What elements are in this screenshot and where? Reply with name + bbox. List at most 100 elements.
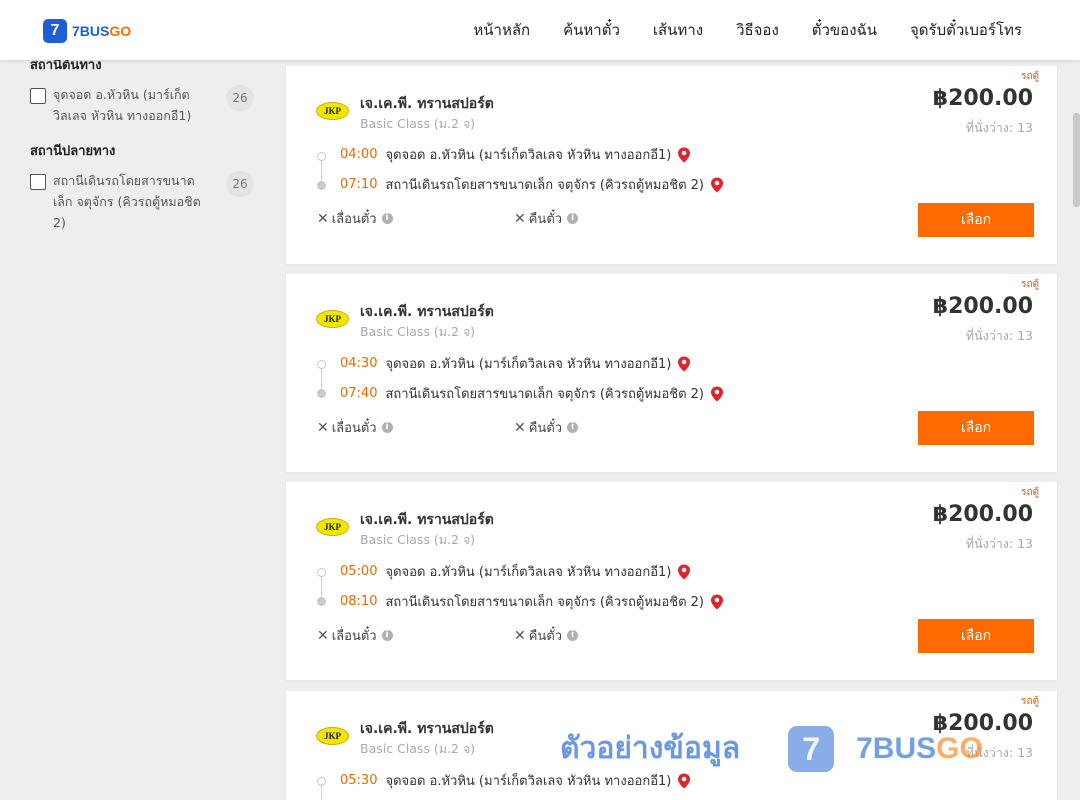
service-class: Basic Class (ม.2 จ)	[360, 532, 476, 547]
map-pin-icon[interactable]	[677, 773, 691, 789]
nav-how-to-book[interactable]: วิธีจอง	[736, 18, 779, 42]
arrival-stop: 08:10 สถานีเดินรถโดยสารขนาดเล็ก จตุจักร …	[340, 591, 724, 612]
destination-filter-option[interactable]: สถานีเดินรถโดยสารขนาดเล็ก จตุจักร (คิวรถ…	[30, 171, 260, 233]
vehicle-type-tag: รถตู้	[1021, 279, 1039, 290]
departure-dot	[317, 568, 326, 577]
logo-text-orange: GO	[109, 23, 132, 39]
info-icon[interactable]: i	[567, 630, 579, 641]
map-pin-icon[interactable]	[710, 594, 724, 610]
operator-logo: JKP	[316, 518, 349, 536]
timeline-line	[321, 784, 322, 800]
map-pin-icon[interactable]	[677, 356, 691, 372]
arrival-stop-name: สถานีเดินรถโดยสารขนาดเล็ก จตุจักร (คิวรถ…	[385, 178, 704, 193]
departure-dot	[317, 152, 326, 161]
arrival-time: 07:40	[340, 386, 378, 401]
operator-logo: JKP	[316, 102, 349, 120]
filter-sidebar: สถานีต้นทาง จุดจอด อ.หัวหิน (มาร์เก็ตวิล…	[30, 54, 260, 233]
top-header: 7 7BUSGO หน้าหลัก ค้นหาตั๋ว เส้นทาง วิธี…	[0, 0, 1080, 60]
departure-stop: 04:30 จุดจอด อ.หัวหิน (มาร์เก็ตวิลเลจ หั…	[340, 353, 691, 374]
nav-my-tickets[interactable]: ตั๋วของฉัน	[812, 18, 877, 42]
info-icon[interactable]: i	[381, 213, 393, 224]
operator-name: เจ.เค.พี. ทรานสปอร์ต	[360, 721, 494, 737]
operator-name: เจ.เค.พี. ทรานสปอร์ต	[360, 96, 494, 112]
nav-home[interactable]: หน้าหลัก	[473, 18, 530, 42]
not-allowed-x-icon: ✕	[317, 210, 329, 227]
ticket-price: ฿200.00	[932, 294, 1033, 319]
logo-mark-icon: 7	[43, 19, 67, 43]
scrollbar-thumb[interactable]	[1073, 113, 1080, 207]
reschedule-policy: ✕ เลื่อนตั๋ว i	[317, 208, 393, 229]
operator-logo: JKP	[316, 310, 349, 328]
ticket-price: ฿200.00	[932, 86, 1033, 111]
refund-label: คืนตั๋ว	[528, 629, 563, 644]
departure-stop: 05:00 จุดจอด อ.หัวหิน (มาร์เก็ตวิลเลจ หั…	[340, 561, 691, 582]
reschedule-label: เลื่อนตั๋ว	[331, 421, 377, 436]
operator-name: เจ.เค.พี. ทรานสปอร์ต	[360, 512, 494, 528]
not-allowed-x-icon: ✕	[514, 627, 526, 644]
origin-checkbox[interactable]	[30, 88, 46, 104]
service-class: Basic Class (ม.2 จ)	[360, 324, 476, 339]
departure-dot	[317, 360, 326, 369]
arrival-dot	[317, 181, 326, 190]
operator-logo: JKP	[316, 727, 349, 745]
refund-label: คืนตั๋ว	[528, 421, 563, 436]
not-allowed-x-icon: ✕	[514, 210, 526, 227]
departure-stop-name: จุดจอด อ.หัวหิน (มาร์เก็ตวิลเลจ หัวหิน ท…	[385, 565, 672, 580]
departure-stop-name: จุดจอด อ.หัวหิน (มาร์เก็ตวิลเลจ หัวหิน ท…	[385, 774, 672, 789]
seats-available: ที่นั่งว่าง: 13	[965, 536, 1033, 551]
not-allowed-x-icon: ✕	[317, 627, 329, 644]
arrival-dot	[317, 597, 326, 606]
trip-card: รถตู้ JKP เจ.เค.พี. ทรานสปอร์ต Basic Cla…	[286, 691, 1057, 800]
vehicle-type-tag: รถตู้	[1021, 487, 1039, 498]
map-pin-icon[interactable]	[710, 386, 724, 402]
origin-option-label: จุดจอด อ.หัวหิน (มาร์เก็ตวิลเลจ หัวหิน ท…	[53, 87, 192, 123]
destination-filter-title: สถานีปลายทาง	[30, 144, 116, 159]
nav-ticket-pickup[interactable]: จุดรับตั๋วเบอร์โทร	[910, 18, 1022, 42]
map-pin-icon[interactable]	[710, 177, 724, 193]
reschedule-label: เลื่อนตั๋ว	[331, 629, 377, 644]
departure-time: 04:30	[340, 356, 378, 371]
reschedule-policy: ✕ เลื่อนตั๋ว i	[317, 417, 393, 438]
nav-search-tickets[interactable]: ค้นหาตั๋ว	[563, 18, 620, 42]
departure-stop: 04:00 จุดจอด อ.หัวหิน (มาร์เก็ตวิลเลจ หั…	[340, 144, 691, 165]
select-trip-button[interactable]: เลือก	[918, 203, 1034, 237]
arrival-stop-name: สถานีเดินรถโดยสารขนาดเล็ก จตุจักร (คิวรถ…	[385, 387, 704, 402]
info-icon[interactable]: i	[567, 422, 579, 433]
info-icon[interactable]: i	[567, 213, 579, 224]
select-trip-button[interactable]: เลือก	[918, 619, 1034, 653]
arrival-stop: 07:40 สถานีเดินรถโดยสารขนาดเล็ก จตุจักร …	[340, 383, 724, 404]
site-logo[interactable]: 7 7BUSGO	[43, 19, 131, 43]
trip-card: รถตู้ JKP เจ.เค.พี. ทรานสปอร์ต Basic Cla…	[286, 482, 1057, 680]
seats-available: ที่นั่งว่าง: 13	[965, 745, 1033, 760]
seats-available: ที่นั่งว่าง: 13	[965, 328, 1033, 343]
refund-policy: ✕ คืนตั๋ว i	[514, 208, 579, 229]
main-nav: หน้าหลัก ค้นหาตั๋ว เส้นทาง วิธีจอง ตั๋วข…	[473, 0, 1022, 60]
not-allowed-x-icon: ✕	[514, 419, 526, 436]
info-icon[interactable]: i	[381, 422, 393, 433]
arrival-stop-name: สถานีเดินรถโดยสารขนาดเล็ก จตุจักร (คิวรถ…	[385, 595, 704, 610]
map-pin-icon[interactable]	[677, 564, 691, 580]
select-trip-button[interactable]: เลือก	[918, 411, 1034, 445]
map-pin-icon[interactable]	[677, 147, 691, 163]
info-icon[interactable]: i	[381, 630, 393, 641]
logo-text: 7BUSGO	[72, 23, 131, 39]
nav-routes[interactable]: เส้นทาง	[653, 18, 703, 42]
operator-name: เจ.เค.พี. ทรานสปอร์ต	[360, 304, 494, 320]
seats-available: ที่นั่งว่าง: 13	[965, 120, 1033, 135]
vehicle-type-tag: รถตู้	[1021, 696, 1039, 707]
refund-label: คืนตั๋ว	[528, 212, 563, 227]
service-class: Basic Class (ม.2 จ)	[360, 116, 476, 131]
origin-filter-option[interactable]: จุดจอด อ.หัวหิน (มาร์เก็ตวิลเลจ หัวหิน ท…	[30, 85, 260, 126]
departure-time: 05:00	[340, 564, 378, 579]
arrival-time: 07:10	[340, 177, 378, 192]
reschedule-policy: ✕ เลื่อนตั๋ว i	[317, 625, 393, 646]
destination-count-badge: 26	[226, 171, 254, 197]
refund-policy: ✕ คืนตั๋ว i	[514, 625, 579, 646]
destination-checkbox[interactable]	[30, 174, 46, 190]
service-class: Basic Class (ม.2 จ)	[360, 741, 476, 756]
ticket-price: ฿200.00	[932, 711, 1033, 736]
vehicle-type-tag: รถตู้	[1021, 71, 1039, 82]
arrival-dot	[317, 389, 326, 398]
not-allowed-x-icon: ✕	[317, 419, 329, 436]
refund-policy: ✕ คืนตั๋ว i	[514, 417, 579, 438]
